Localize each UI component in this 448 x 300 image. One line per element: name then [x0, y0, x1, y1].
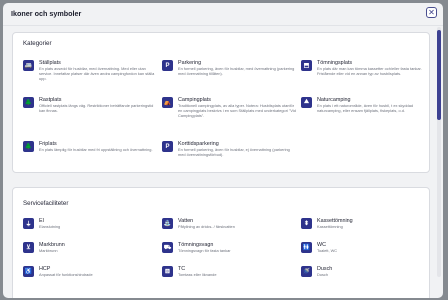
emptying-cart-icon: ⛟ — [162, 242, 173, 253]
dump-station-icon: ⬒ — [301, 60, 312, 71]
item-description: En plats avsedd för husbilar, med överna… — [39, 66, 155, 82]
categories-card: Kategorier 🚐 Ställplats En plats avsedd fö… — [12, 32, 430, 173]
item-description: Kassettömning — [317, 224, 343, 229]
item-description: Dusch — [317, 272, 329, 277]
item-description: En plats där man kan tömma kassetter och… — [317, 66, 422, 77]
scrollbar-thumb[interactable] — [437, 30, 441, 120]
close-button[interactable]: ✕ — [426, 7, 437, 18]
electric-plug-icon: ⏚ — [23, 218, 34, 229]
short-parking-icon: P — [162, 141, 173, 152]
item-description: Toalett, WC — [317, 248, 338, 253]
item-description: En formell parkering, även för husbilar,… — [178, 66, 295, 77]
campsite-icon: ⛺ — [162, 97, 173, 108]
close-icon: ✕ — [428, 7, 435, 17]
item-description: Markbrunn — [39, 248, 58, 253]
item-description: Traditionell campingplats, av alla typer… — [178, 103, 296, 119]
services-card: Servicefaciliteter ⏚ El Elanslutning ⛲ Vatte… — [12, 187, 430, 298]
item-description: Påfyllning av dricks- / färskvatten — [178, 224, 235, 229]
icons-symbols-modal: Ikoner och symboler ✕ Kategorier 🚐 Ställp… — [3, 3, 443, 298]
ground-drain-icon: ⊻ — [23, 242, 34, 253]
parked-van-icon: 🚐 — [23, 60, 34, 71]
services-title: Servicefaciliteter — [23, 200, 69, 207]
item-description: En plats i ett naturområde, även för hus… — [317, 103, 414, 114]
item-description: Tomtass eller liknande — [178, 272, 217, 277]
categories-title: Kategorier — [23, 40, 52, 47]
item-description: Tömningsvagn för fasta tankar — [178, 248, 231, 253]
cassette-emptying-icon: ⬍ — [301, 218, 312, 229]
scrollbar[interactable] — [437, 27, 441, 277]
free-spot-icon: 🌲 — [23, 141, 34, 152]
modal-title: Ikoner och symboler — [11, 9, 82, 18]
modal-header: Ikoner och symboler ✕ — [3, 3, 443, 23]
water-tap-icon: ⛲ — [162, 218, 173, 229]
item-description: En plats lämplig för husbilar med fri up… — [39, 147, 153, 152]
nature-camping-icon: ⛰ — [301, 97, 312, 108]
header-divider — [3, 25, 443, 26]
tc-icon: ⛾ — [162, 266, 173, 277]
wc-icon: 🚻 — [301, 242, 312, 253]
shower-icon: 🚿 — [301, 266, 312, 277]
item-description: En formell parkering, även för husbilar,… — [178, 147, 290, 158]
item-description: Officiell rastplats längs väg. Restrikti… — [39, 103, 154, 114]
rest-area-icon: 🌲 — [23, 97, 34, 108]
parking-p-icon: P — [162, 60, 173, 71]
item-description: Anpassat för funktionshindrade — [39, 272, 93, 277]
item-description: Elanslutning — [39, 224, 61, 229]
accessible-icon: ♿ — [23, 266, 34, 277]
